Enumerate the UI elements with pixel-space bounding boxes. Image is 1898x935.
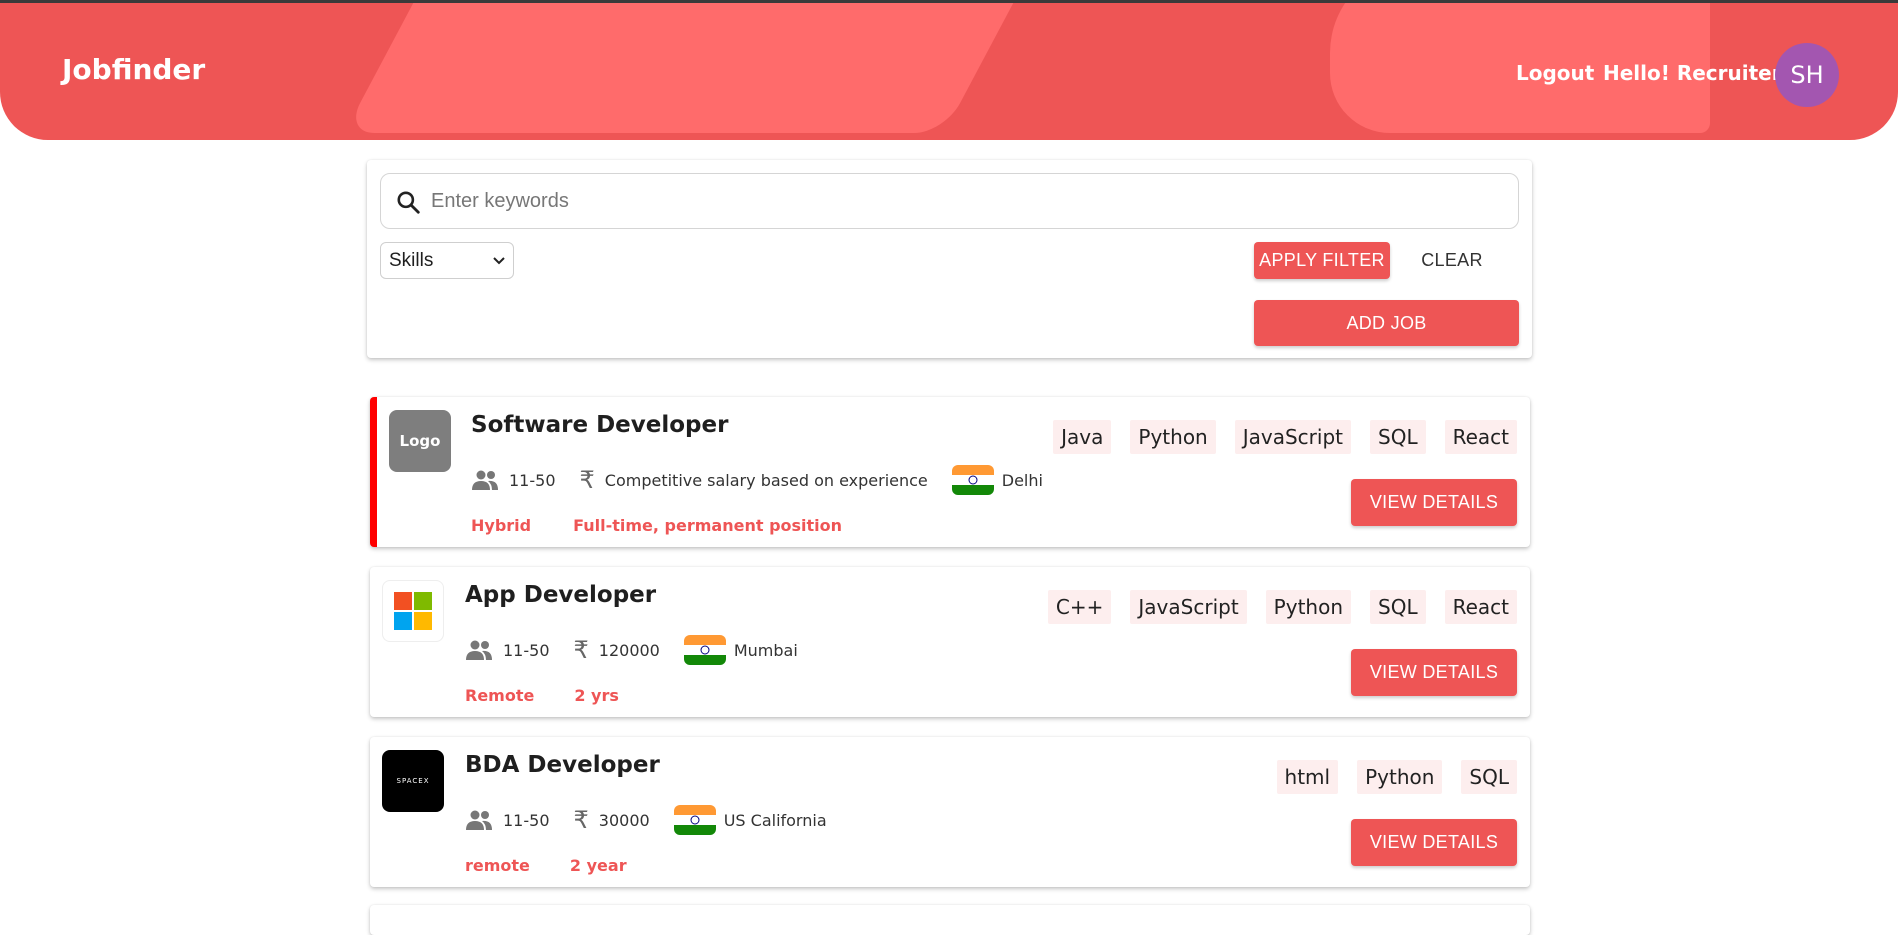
salary: 120000 xyxy=(598,640,660,660)
avatar[interactable]: SH xyxy=(1775,43,1839,107)
job-title: App Developer xyxy=(465,582,657,608)
job-tags: Remote 2 yrs xyxy=(465,686,619,705)
job-type: 2 yrs xyxy=(574,686,619,705)
search-icon xyxy=(397,191,420,214)
company-logo: SPACEX xyxy=(382,750,444,812)
job-meta: 11-50 ₹ 30000 US California xyxy=(465,805,827,835)
skill-tag: React xyxy=(1444,420,1517,454)
job-meta: 11-50 ₹ Competitive salary based on expe… xyxy=(471,465,1043,495)
india-flag-icon xyxy=(683,635,726,665)
add-job-button[interactable]: ADD JOB xyxy=(1254,300,1519,346)
view-details-button[interactable]: VIEW DETAILS xyxy=(1351,649,1517,696)
filter-panel: Skills APPLY FILTER CLEAR ADD JOB xyxy=(367,160,1532,358)
job-card[interactable] xyxy=(370,905,1530,935)
rupee-icon: ₹ xyxy=(573,806,589,834)
job-card[interactable]: App Developer 11-50 ₹ 120000 Mumbai Remo… xyxy=(370,567,1530,717)
india-flag-icon xyxy=(673,805,716,835)
work-mode: Hybrid xyxy=(471,516,532,535)
people-icon xyxy=(472,470,498,490)
chevron-down-icon xyxy=(493,256,505,264)
skill-tag: SQL xyxy=(1461,760,1517,794)
top-border xyxy=(0,0,1898,3)
india-flag-icon xyxy=(951,465,994,495)
search-input[interactable] xyxy=(431,182,1501,220)
skills-select[interactable]: Skills xyxy=(380,242,514,279)
team-size: 11-50 xyxy=(503,810,550,830)
team-size: 11-50 xyxy=(509,470,556,490)
job-tags: Hybrid Full-time, permanent position xyxy=(471,516,842,535)
skill-tag: Python xyxy=(1130,420,1216,454)
view-details-button[interactable]: VIEW DETAILS xyxy=(1351,819,1517,866)
rupee-icon: ₹ xyxy=(579,466,595,494)
job-tags: remote 2 year xyxy=(465,856,627,875)
job-type: Full-time, permanent position xyxy=(573,516,843,535)
skill-tag: JavaScript xyxy=(1130,590,1247,624)
job-title: Software Developer xyxy=(471,412,729,438)
skill-tag: C++ xyxy=(1047,590,1112,624)
brand-logo[interactable]: Jobfinder xyxy=(62,53,205,86)
job-title: BDA Developer xyxy=(465,752,660,778)
clear-button[interactable]: CLEAR xyxy=(1397,242,1507,279)
work-mode: remote xyxy=(465,856,530,875)
job-meta: 11-50 ₹ 120000 Mumbai xyxy=(465,635,798,665)
salary: 30000 xyxy=(598,810,650,830)
location: US California xyxy=(723,810,827,830)
work-mode: Remote xyxy=(465,686,535,705)
skill-tag: SQL xyxy=(1370,420,1426,454)
skill-tag: html xyxy=(1276,760,1339,794)
people-icon xyxy=(466,640,492,660)
skill-tag: Python xyxy=(1357,760,1443,794)
search-box[interactable] xyxy=(380,173,1519,229)
skill-tag: React xyxy=(1444,590,1517,624)
skills-select-value: Skills xyxy=(389,249,434,271)
job-card[interactable]: SPACEX BDA Developer 11-50 ₹ 30000 US Ca… xyxy=(370,737,1530,887)
company-logo xyxy=(382,580,444,642)
skill-tag: Java xyxy=(1053,420,1112,454)
microsoft-logo-icon xyxy=(394,592,432,630)
header-decoration xyxy=(344,3,1056,133)
greeting-text: Hello! Recruiter xyxy=(1603,61,1782,85)
skill-tags: html Python SQL xyxy=(1276,760,1517,794)
app-header: Jobfinder Logout Hello! Recruiter SH xyxy=(0,3,1898,140)
salary: Competitive salary based on experience xyxy=(604,470,928,490)
people-icon xyxy=(466,810,492,830)
team-size: 11-50 xyxy=(503,640,550,660)
view-details-button[interactable]: VIEW DETAILS xyxy=(1351,479,1517,526)
location: Mumbai xyxy=(733,640,798,660)
skill-tag: Python xyxy=(1265,590,1351,624)
job-type: 2 year xyxy=(569,856,627,875)
company-logo: Logo xyxy=(389,410,451,472)
skill-tag: JavaScript xyxy=(1234,420,1351,454)
skill-tags: Java Python JavaScript SQL React xyxy=(1053,420,1517,454)
job-card[interactable]: Logo Software Developer 11-50 ₹ Competit… xyxy=(370,397,1530,547)
location: Delhi xyxy=(1001,470,1043,490)
logout-link[interactable]: Logout xyxy=(1516,61,1594,85)
skill-tags: C++ JavaScript Python SQL React xyxy=(1047,590,1517,624)
apply-filter-button[interactable]: APPLY FILTER xyxy=(1254,242,1390,279)
rupee-icon: ₹ xyxy=(573,636,589,664)
skill-tag: SQL xyxy=(1370,590,1426,624)
